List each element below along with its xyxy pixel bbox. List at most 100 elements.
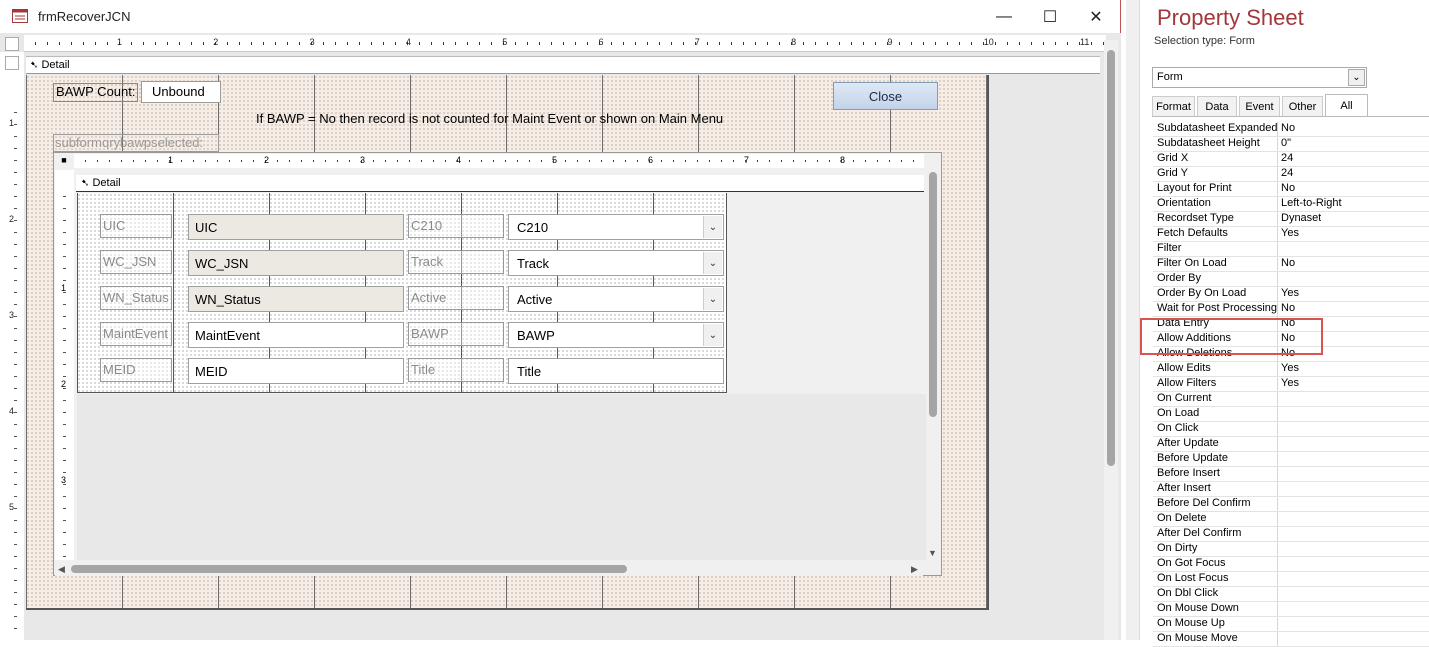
field-combobox[interactable]: BAWP ⌄ [508,322,724,348]
subform-selector[interactable]: ■ [58,154,70,166]
property-row[interactable]: Grid Y 24 [1153,167,1429,182]
property-row[interactable]: On Click [1153,422,1429,437]
field-textbox[interactable]: MaintEvent [188,322,404,348]
property-row[interactable]: Allow Filters Yes [1153,377,1429,392]
minimize-button[interactable]: — [981,0,1027,33]
field-label[interactable]: WN_Status [100,286,172,310]
chevron-down-icon[interactable]: ⌄ [703,216,722,238]
property-value[interactable] [1278,392,1281,406]
property-row[interactable]: On Load [1153,407,1429,422]
field-combobox[interactable]: Track ⌄ [508,250,724,276]
property-row[interactable]: On Current [1153,392,1429,407]
bawp-note-label[interactable]: If BAWP = No then record is not counted … [256,111,723,126]
property-row[interactable]: After Update [1153,437,1429,452]
field-textbox[interactable]: WC_JSN [188,250,404,276]
property-row[interactable]: On Got Focus [1153,557,1429,572]
property-value[interactable] [1278,407,1281,421]
field-textbox[interactable]: WN_Status [188,286,404,312]
property-row[interactable]: After Del Confirm [1153,527,1429,542]
property-value[interactable] [1278,437,1281,451]
field-label[interactable]: WC_JSN [100,250,172,274]
property-value[interactable]: Dynaset [1278,212,1321,226]
property-row[interactable]: Before Update [1153,452,1429,467]
property-value[interactable] [1278,587,1281,601]
field-label[interactable]: UIC [100,214,172,238]
property-row[interactable]: Before Insert [1153,467,1429,482]
field-label[interactable]: BAWP [408,322,504,346]
chevron-down-icon[interactable]: ⌄ [703,324,722,346]
field-label[interactable]: Active [408,286,504,310]
property-value[interactable]: No [1278,122,1295,136]
field-combobox[interactable]: C210 ⌄ [508,214,724,240]
chevron-down-icon[interactable]: ⌄ [703,252,722,274]
property-value[interactable] [1278,572,1281,586]
property-row[interactable]: Subdatasheet Expanded No [1153,122,1429,137]
property-row[interactable]: Filter On Load No [1153,257,1429,272]
property-value[interactable]: 24 [1278,152,1293,166]
chevron-down-icon[interactable]: ⌄ [1348,69,1365,86]
field-textbox[interactable]: Title [508,358,724,384]
property-row[interactable]: Layout for Print No [1153,182,1429,197]
property-value[interactable]: Left-to-Right [1278,197,1342,211]
property-row[interactable]: On Dirty [1153,542,1429,557]
property-value[interactable] [1278,422,1281,436]
property-value[interactable]: No [1278,257,1295,271]
property-value[interactable] [1278,527,1281,541]
property-value[interactable]: 24 [1278,167,1293,181]
subform-label[interactable]: subformqrybawpselected: [53,134,219,152]
property-value[interactable] [1278,467,1281,481]
tab-all[interactable]: All [1325,94,1368,117]
subform-horizontal-scroll-thumb[interactable] [71,565,627,573]
bawp-count-textbox[interactable]: Unbound [141,81,221,103]
property-row[interactable]: After Insert [1153,482,1429,497]
property-value[interactable] [1278,512,1281,526]
field-label[interactable]: MEID [100,358,172,382]
tab-data[interactable]: Data [1197,96,1237,116]
property-value[interactable] [1278,452,1281,466]
close-button[interactable]: Close [833,82,938,110]
property-value[interactable] [1278,482,1281,496]
field-label[interactable]: C210 [408,214,504,238]
chevron-down-icon[interactable]: ⌄ [703,288,722,310]
property-row[interactable]: Filter [1153,242,1429,257]
property-value[interactable]: Yes [1278,362,1299,376]
property-value[interactable]: Yes [1278,287,1299,301]
property-value[interactable] [1278,557,1281,571]
property-value[interactable] [1278,602,1281,616]
section-selector[interactable] [5,56,19,70]
property-value[interactable] [1278,497,1281,511]
form-selector[interactable] [5,37,19,51]
property-value[interactable] [1278,632,1281,646]
property-row[interactable]: Before Del Confirm [1153,497,1429,512]
property-row[interactable]: Fetch Defaults Yes [1153,227,1429,242]
property-row[interactable]: On Delete [1153,512,1429,527]
maximize-button[interactable]: ☐ [1027,0,1073,33]
field-textbox[interactable]: UIC [188,214,404,240]
scroll-right-icon[interactable]: ▶ [911,564,918,575]
field-textbox[interactable]: MEID [188,358,404,384]
subform-vertical-scroll-thumb[interactable] [929,172,937,417]
bawp-count-label[interactable]: BAWP Count: [53,83,139,102]
property-value[interactable]: 0" [1278,137,1291,151]
tab-other[interactable]: Other [1282,96,1323,116]
tab-format[interactable]: Format [1152,96,1195,116]
property-value[interactable]: Yes [1278,227,1299,241]
detail-section-bar[interactable] [26,56,1100,74]
design-vertical-scroll-thumb[interactable] [1107,50,1115,466]
property-row[interactable]: On Lost Focus [1153,572,1429,587]
property-value[interactable] [1278,617,1281,631]
scroll-down-icon[interactable]: ▼ [928,548,937,558]
object-selector-dropdown[interactable]: Form [1152,67,1367,88]
field-combobox[interactable]: Active ⌄ [508,286,724,312]
property-row[interactable]: On Mouse Down [1153,602,1429,617]
property-row[interactable]: Grid X 24 [1153,152,1429,167]
property-row[interactable]: Orientation Left-to-Right [1153,197,1429,212]
property-value[interactable]: No [1278,182,1295,196]
property-sheet-left-scrollbar[interactable] [1126,0,1140,640]
property-row[interactable]: Recordset Type Dynaset [1153,212,1429,227]
property-row[interactable]: Wait for Post Processing No [1153,302,1429,317]
tab-event[interactable]: Event [1239,96,1280,116]
property-row[interactable]: On Dbl Click [1153,587,1429,602]
property-row[interactable]: Order By [1153,272,1429,287]
field-label[interactable]: Title [408,358,504,382]
